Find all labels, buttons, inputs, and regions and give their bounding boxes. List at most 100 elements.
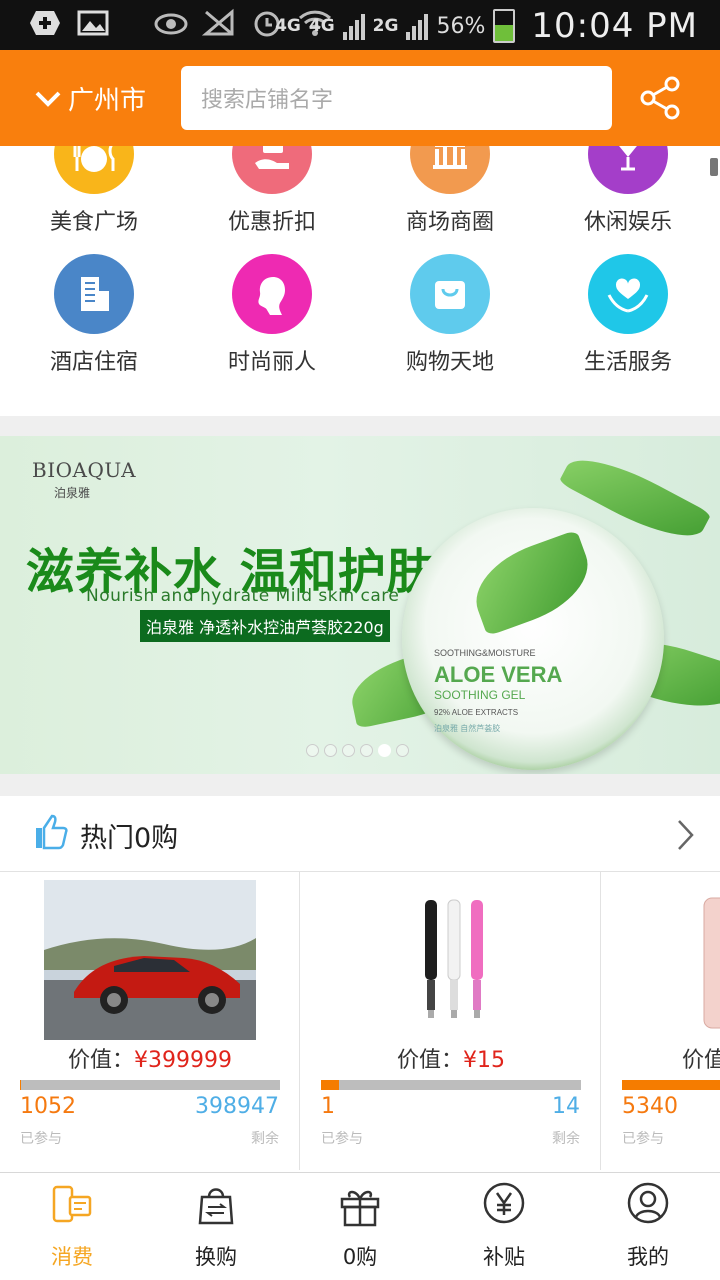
product-card[interactable]: 价值： 5340 已参与 xyxy=(602,872,720,1170)
joined-count: 1 xyxy=(321,1094,335,1119)
carousel-dot[interactable] xyxy=(378,744,391,757)
category-label: 酒店住宿 xyxy=(49,350,138,375)
eye-icon xyxy=(154,8,188,38)
network-type-3: 2G xyxy=(372,16,399,36)
category-hotel[interactable]: 酒店住宿 xyxy=(14,254,174,376)
phone-image xyxy=(702,880,720,1040)
category-label: 生活服务 xyxy=(583,350,672,375)
tab-subsidy[interactable]: 补贴 xyxy=(432,1181,576,1271)
price-value: ¥15 xyxy=(463,1048,505,1073)
search-input[interactable]: 搜索店铺名字 xyxy=(181,66,612,130)
bottom-tab-bar: 消费 换购 0购 补贴 我的 xyxy=(0,1172,720,1280)
user-profile-icon xyxy=(627,1182,669,1224)
yuan-coin-icon xyxy=(483,1182,525,1224)
chevron-right-icon[interactable] xyxy=(676,818,696,852)
progress-fill xyxy=(622,1080,720,1090)
remain-label: 剩余 xyxy=(552,1131,580,1147)
category-dining[interactable]: 美食广场 xyxy=(14,146,174,236)
category-label: 购物天地 xyxy=(405,350,494,375)
tab-label: 消费 xyxy=(51,1245,93,1269)
category-beauty[interactable]: 时尚丽人 xyxy=(192,254,352,376)
cocktail-icon xyxy=(588,146,668,194)
aloe-leaf-image xyxy=(463,529,601,637)
category-leisure[interactable]: 休闲娱乐 xyxy=(548,146,708,236)
progress-fill xyxy=(20,1080,21,1090)
progress-bar xyxy=(622,1080,720,1090)
brand-logo: BIOAQUA 泊泉雅 xyxy=(32,458,136,501)
section-title: 热门0购 xyxy=(80,823,179,854)
red-car-image xyxy=(44,880,256,1040)
category-life-service[interactable]: 生活服务 xyxy=(548,254,708,376)
jar-text: ALOE VERA xyxy=(434,662,563,687)
category-mall[interactable]: 商场商圈 xyxy=(370,146,530,236)
category-label: 休闲娱乐 xyxy=(583,210,672,235)
jar-text: SOOTHING GEL xyxy=(434,688,526,702)
carousel-dot[interactable] xyxy=(360,744,373,757)
price-prefix: 价值： xyxy=(68,1048,135,1073)
network-type-1: 4G xyxy=(275,16,301,36)
image-notification-icon xyxy=(76,8,110,38)
category-shopping[interactable]: 购物天地 xyxy=(370,254,530,376)
mall-icon xyxy=(410,146,490,194)
category-label: 时尚丽人 xyxy=(227,350,316,375)
carousel-dot[interactable] xyxy=(396,744,409,757)
product-card[interactable]: 价值：¥399999 1052 398947 已参与 剩余 xyxy=(0,872,300,1170)
clock: 10:04 PM xyxy=(531,6,698,46)
joined-count: 5340 xyxy=(622,1094,678,1119)
discount-hand-icon xyxy=(232,146,312,194)
signal-bars-icon xyxy=(342,12,365,40)
remain-count: 14 xyxy=(552,1094,580,1119)
top-header: 广州市 搜索店铺名字 xyxy=(0,50,720,146)
signal-bars-icon xyxy=(406,12,429,40)
remain-label: 剩余 xyxy=(251,1131,279,1147)
category-label: 商场商圈 xyxy=(405,210,494,235)
battery-percent: 56% xyxy=(436,13,486,39)
scrollbar[interactable] xyxy=(710,158,718,176)
city-label: 广州市 xyxy=(68,86,147,116)
promo-banner[interactable]: BIOAQUA 泊泉雅 滋养补水 温和护肤 Nourish and hydrat… xyxy=(0,436,720,774)
progress-bar xyxy=(321,1080,581,1090)
tab-zero-buy[interactable]: 0购 xyxy=(288,1181,432,1271)
carousel-indicator[interactable] xyxy=(306,744,409,757)
tab-profile[interactable]: 我的 xyxy=(576,1181,720,1271)
remain-count: 398947 xyxy=(195,1094,279,1119)
exchange-bag-icon xyxy=(198,1188,234,1225)
usb-lamps-image xyxy=(345,880,557,1040)
tab-label: 换购 xyxy=(195,1245,237,1269)
hot-product-list: 价值：¥399999 1052 398947 已参与 剩余 价值：¥15 1 1… xyxy=(0,872,720,1172)
chevron-down-icon xyxy=(35,91,61,107)
price-prefix: 价值： xyxy=(396,1048,463,1073)
search-placeholder: 搜索店铺名字 xyxy=(201,88,334,113)
brand-name-en: BIOAQUA xyxy=(32,458,137,482)
banner-subtitle: Nourish and hydrate Mild skin care xyxy=(86,586,400,606)
tab-label: 补贴 xyxy=(483,1245,525,1269)
jar-text: 泊泉雅 自然芦荟胶 xyxy=(434,724,501,733)
shopping-bag-icon xyxy=(410,254,490,334)
woman-profile-icon xyxy=(232,254,312,334)
dining-icon xyxy=(54,146,134,194)
carousel-dot[interactable] xyxy=(324,744,337,757)
battery-icon xyxy=(493,9,516,43)
product-card[interactable]: 价值：¥15 1 14 已参与 剩余 xyxy=(301,872,601,1170)
category-grid: 美食广场 优惠折扣 商场商圈 休闲娱乐 酒店住宿 时尚丽人 购物天地 生活服务 xyxy=(0,146,720,416)
status-bar: 4G 4G 2G 56% 10:04 PM xyxy=(0,0,720,50)
gift-box-icon xyxy=(340,1190,380,1227)
product-price: 价值：¥399999 xyxy=(0,1042,300,1074)
carousel-dot[interactable] xyxy=(342,744,355,757)
share-icon[interactable] xyxy=(636,74,684,122)
phone-card-icon xyxy=(52,1185,92,1223)
city-selector[interactable]: 广州市 xyxy=(34,80,146,117)
no-signal-icon xyxy=(202,8,236,38)
divider xyxy=(0,416,720,436)
hot-section-header[interactable]: 热门0购 xyxy=(0,796,720,872)
price-prefix: 价值： xyxy=(682,1048,720,1073)
tab-exchange[interactable]: 换购 xyxy=(144,1181,288,1271)
tab-label: 我的 xyxy=(627,1245,669,1269)
tab-consume[interactable]: 消费 xyxy=(0,1181,144,1271)
heart-hands-icon xyxy=(588,254,668,334)
joined-label: 已参与 xyxy=(321,1131,363,1147)
carousel-dot[interactable] xyxy=(306,744,319,757)
joined-count: 1052 xyxy=(20,1094,76,1119)
add-notification-icon xyxy=(28,8,62,38)
category-discount[interactable]: 优惠折扣 xyxy=(192,146,352,236)
